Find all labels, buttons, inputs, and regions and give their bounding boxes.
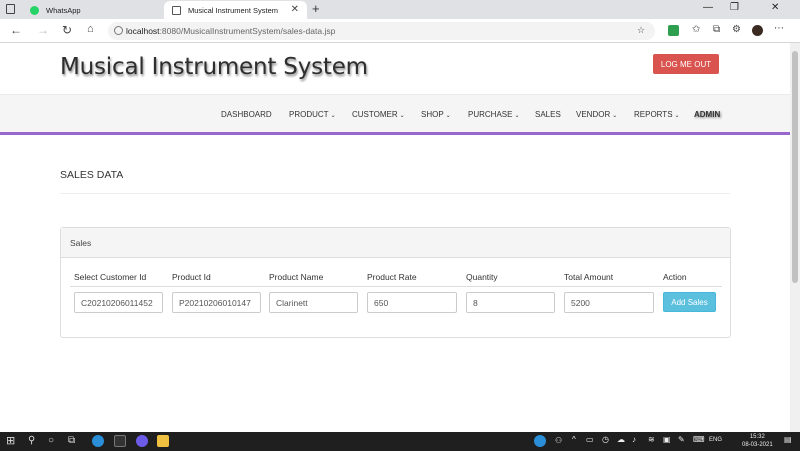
- whatsapp-icon: [30, 5, 39, 15]
- tab-musical-instrument-system[interactable]: Musical Instrument System ✕: [164, 1, 307, 19]
- chevron-down-icon: ⌄: [445, 113, 451, 119]
- tab-title: WhatsApp: [46, 5, 81, 15]
- cortana-icon[interactable]: ○: [48, 435, 54, 446]
- nav-vendor[interactable]: VENDOR ⌄: [576, 110, 617, 119]
- new-tab-button[interactable]: +: [312, 1, 320, 16]
- show-hidden-icons[interactable]: ^: [572, 435, 576, 444]
- sales-panel: Sales Select Customer Id Product Id Prod…: [60, 227, 731, 338]
- tab-actions-icon[interactable]: [6, 4, 15, 14]
- extension-icon[interactable]: [668, 25, 679, 36]
- file-explorer-icon[interactable]: [157, 435, 169, 447]
- col-quantity: Quantity: [466, 272, 498, 282]
- page-icon: [172, 5, 181, 15]
- url-host: localhost: [126, 26, 160, 36]
- meet-now-icon[interactable]: ▣: [663, 435, 671, 444]
- col-customer-id: Select Customer Id: [74, 272, 147, 282]
- page-scrollbar[interactable]: [790, 43, 800, 432]
- search-icon[interactable]: ⚲: [28, 435, 35, 446]
- clock-date: 08-03-2021: [742, 442, 773, 448]
- total-amount-field[interactable]: [564, 292, 654, 313]
- collections-icon[interactable]: ⧉: [713, 24, 720, 35]
- profile-avatar[interactable]: [752, 25, 763, 36]
- url-path: :8080/MusicalInstrumentSystem/sales-data…: [159, 26, 336, 36]
- taskbar: ⊞ ⚲ ○ ⧉ ⚇ ^ ▭ ◷ ☁ ♪ ≋ ▣ ✎ ⌨ ENG 15:32 08…: [0, 432, 800, 451]
- chevron-down-icon: ⌄: [330, 113, 336, 119]
- add-sales-button[interactable]: Add Sales: [663, 292, 716, 312]
- browser-toolbar: ← → ↻ ⌂ localhost:8080/MusicalInstrument…: [0, 19, 800, 43]
- back-icon[interactable]: ←: [10, 23, 22, 37]
- network-icon[interactable]: ◷: [602, 435, 609, 444]
- logout-button[interactable]: LOG ME OUT: [653, 54, 719, 74]
- chevron-down-icon: ⌄: [674, 113, 680, 119]
- panel-heading: Sales: [61, 228, 730, 258]
- browser-tab-bar: WhatsApp Musical Instrument System ✕ + —…: [0, 0, 800, 19]
- edge-app-icon[interactable]: [92, 435, 104, 447]
- cloud-icon[interactable]: ☁: [617, 435, 625, 444]
- help-icon[interactable]: [534, 435, 546, 447]
- terminal-app-icon[interactable]: [114, 435, 126, 447]
- home-icon[interactable]: ⌂: [87, 23, 94, 35]
- close-tab-icon[interactable]: ✕: [291, 4, 299, 15]
- header-divider: [70, 286, 722, 287]
- forward-icon[interactable]: →: [37, 23, 49, 37]
- favorite-star-icon[interactable]: ☆: [637, 25, 645, 36]
- title-divider: [60, 193, 730, 194]
- notifications-icon[interactable]: ▤: [784, 435, 792, 444]
- nav-shop[interactable]: SHOP ⌄: [421, 110, 451, 119]
- chevron-down-icon: ⌄: [514, 113, 520, 119]
- nav-reports[interactable]: REPORTS ⌄: [634, 110, 680, 119]
- restore-icon[interactable]: ❐: [730, 2, 739, 13]
- minimize-icon[interactable]: —: [703, 2, 713, 13]
- quantity-field[interactable]: [466, 292, 555, 313]
- tab-whatsapp[interactable]: WhatsApp: [22, 1, 162, 19]
- windows-start-icon[interactable]: ⊞: [6, 434, 15, 447]
- favorites-icon[interactable]: ✩: [692, 24, 700, 35]
- refresh-icon[interactable]: ↻: [62, 23, 72, 37]
- chevron-down-icon: ⌄: [612, 113, 618, 119]
- main-nav: DASHBOARD PRODUCT ⌄ CUSTOMER ⌄ SHOP ⌄ PURCH…: [0, 95, 790, 135]
- wifi-icon[interactable]: ≋: [648, 435, 655, 444]
- nav-sales[interactable]: SALES: [535, 110, 561, 119]
- address-bar[interactable]: localhost:8080/MusicalInstrumentSystem/s…: [108, 22, 655, 40]
- pen-icon[interactable]: ✎: [678, 435, 685, 444]
- site-title: Musical Instrument System: [60, 54, 368, 80]
- settings-app-icon[interactable]: [136, 435, 148, 447]
- col-product-name: Product Name: [269, 272, 324, 282]
- nav-product[interactable]: PRODUCT ⌄: [289, 110, 336, 119]
- people-icon[interactable]: ⚇: [555, 436, 562, 445]
- col-action: Action: [663, 272, 687, 282]
- clock-time: 15:32: [749, 434, 765, 440]
- more-menu-icon[interactable]: ⋯: [774, 23, 784, 34]
- col-product-id: Product Id: [172, 272, 211, 282]
- keyboard-icon[interactable]: ⌨: [693, 435, 705, 444]
- language-indicator[interactable]: ENG: [709, 437, 722, 443]
- product-id-field[interactable]: [172, 292, 261, 313]
- col-product-rate: Product Rate: [367, 272, 417, 282]
- chevron-down-icon: ⌄: [399, 113, 405, 119]
- volume-icon[interactable]: ♪: [632, 435, 636, 444]
- product-name-field[interactable]: [269, 292, 358, 313]
- nav-admin[interactable]: ADMIN: [694, 110, 720, 119]
- site-info-icon[interactable]: [114, 26, 123, 35]
- product-rate-field[interactable]: [367, 292, 457, 313]
- close-window-icon[interactable]: ✕: [771, 2, 779, 13]
- tab-title: Musical Instrument System: [188, 5, 279, 15]
- nav-dashboard[interactable]: DASHBOARD: [221, 110, 272, 119]
- page-title: SALES DATA: [60, 169, 124, 181]
- site-header: Musical Instrument System LOG ME OUT: [0, 43, 790, 95]
- nav-customer[interactable]: CUSTOMER ⌄: [352, 110, 405, 119]
- customer-id-field[interactable]: [74, 292, 163, 313]
- settings-icon[interactable]: ⚙: [732, 24, 741, 35]
- scroll-thumb[interactable]: [792, 51, 798, 283]
- clock[interactable]: 15:32 08-03-2021: [742, 433, 773, 449]
- col-total-amount: Total Amount: [564, 272, 614, 282]
- task-view-icon[interactable]: ⧉: [68, 435, 75, 446]
- nav-purchase[interactable]: PURCHASE ⌄: [468, 110, 519, 119]
- page-content: Musical Instrument System LOG ME OUT DAS…: [0, 43, 790, 432]
- battery-icon[interactable]: ▭: [586, 435, 594, 444]
